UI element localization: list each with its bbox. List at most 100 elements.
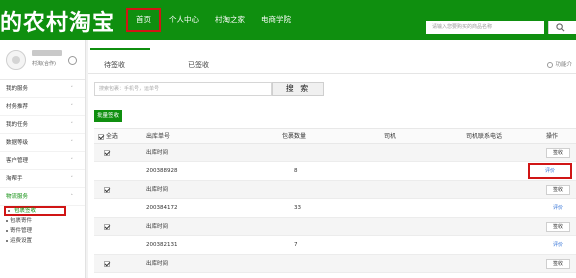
order-number: 200384172 <box>146 205 178 211</box>
profile-settings-icon[interactable] <box>68 56 77 65</box>
shipment-time-label: 出库时间 <box>146 224 169 230</box>
chevron-down-icon: ˅ <box>70 104 74 110</box>
bullet-icon <box>6 220 8 222</box>
package-table: 全选 出库单号 包裹数量 司机 司机联系电话 操作 出库时间 签收 200388… <box>94 128 576 273</box>
table-header: 全选 出库单号 包裹数量 司机 司机联系电话 操作 <box>94 128 576 144</box>
order-number: 200382131 <box>146 242 178 248</box>
sidebar-item-my-tasks[interactable]: 我的任务 ˅ <box>0 116 85 134</box>
select-all-checkbox[interactable] <box>98 133 104 140</box>
submenu-freight-settings[interactable]: 运费设置 <box>0 236 85 246</box>
search-button[interactable]: 搜 索 <box>272 82 324 96</box>
header-search-button[interactable] <box>548 21 576 34</box>
sign-button[interactable]: 签收 <box>546 259 570 269</box>
chevron-down-icon: ˅ <box>70 176 74 182</box>
submenu-package-signin[interactable]: 包裹签收 <box>4 206 66 216</box>
column-header: 全选 <box>105 133 118 140</box>
select-all[interactable]: 全选 <box>98 129 118 145</box>
user-role: 村淘(合作) <box>32 61 56 67</box>
submenu-label: 寄件管理 <box>10 228 33 234</box>
bullet-icon <box>6 240 8 242</box>
feature-intro-link[interactable]: 功能介 <box>547 60 572 68</box>
tab-signed[interactable]: 已签收 <box>188 60 209 70</box>
bullet-icon <box>8 210 10 212</box>
sidebar-item-label: 村务推荐 <box>6 104 29 110</box>
user-profile: 村淘(合作) <box>0 40 85 80</box>
active-tab-indicator <box>90 48 150 50</box>
sidebar-item-label: 客户管理 <box>6 158 29 164</box>
evaluate-link[interactable]: 评价 <box>546 240 570 250</box>
sidebar-item-label: 我的任务 <box>6 122 29 128</box>
nav-home[interactable]: 首页 <box>126 8 161 32</box>
sidebar-item-recommend[interactable]: 村务推荐 ˅ <box>0 98 85 116</box>
header-search-input[interactable]: 请输入您要购买的商品名称 <box>426 21 544 34</box>
feature-intro-label: 功能介 <box>555 62 572 68</box>
avatar[interactable] <box>6 50 26 70</box>
sidebar-item-data-level[interactable]: 数据等级 ˅ <box>0 134 85 152</box>
help-icon <box>547 61 554 68</box>
bullet-icon <box>6 230 8 232</box>
sign-button[interactable]: 签收 <box>546 148 570 158</box>
sidebar-menu: 我的服务 ˅ 村务推荐 ˅ 我的任务 ˅ 数据等级 ˅ 客户管理 ˅ 淘帮手 ˅ 物流服务 ˄ <box>0 80 85 206</box>
package-count: 7 <box>294 242 298 248</box>
sign-button[interactable]: 签收 <box>546 222 570 232</box>
sidebar: 村淘(合作) 我的服务 ˅ 村务推荐 ˅ 我的任务 ˅ 数据等级 ˅ 客户管理 ˅ 淘帮手… <box>0 40 86 278</box>
sidebar-item-label: 物流服务 <box>6 194 29 200</box>
sidebar-item-label: 数据等级 <box>6 140 29 146</box>
column-header: 司机联系电话 <box>466 133 503 140</box>
sidebar-item-label: 淘帮手 <box>6 176 23 182</box>
main-nav: 首页 个人中心 村淘之家 电商学院 <box>126 0 299 40</box>
submenu-package-send[interactable]: 包裹寄件 <box>0 216 85 226</box>
evaluate-link[interactable]: 评价 <box>546 203 570 213</box>
shipment-group-header: 出库时间 签收 <box>94 181 576 199</box>
package-count: 8 <box>294 168 298 174</box>
top-header: 的农村淘宝 首页 个人中心 村淘之家 电商学院 请输入您要购买的商品名称 <box>0 0 576 40</box>
sidebar-item-customers[interactable]: 客户管理 ˅ <box>0 152 85 170</box>
evaluate-link[interactable]: 评价 <box>528 163 572 179</box>
row-checkbox[interactable] <box>104 261 110 267</box>
search-icon <box>556 23 565 32</box>
table-row: 200384172 33 评价 <box>94 199 576 218</box>
package-count: 33 <box>294 205 301 211</box>
sidebar-item-helper[interactable]: 淘帮手 ˅ <box>0 170 85 188</box>
submenu-label: 包裹寄件 <box>10 218 33 224</box>
column-header: 司机 <box>384 133 397 140</box>
shipment-group-header: 出库时间 签收 <box>94 218 576 236</box>
nav-village-home[interactable]: 村淘之家 <box>207 8 253 32</box>
nav-ecommerce-school[interactable]: 电商学院 <box>253 8 299 32</box>
table-row: 200388928 8 评价 <box>94 162 576 181</box>
shipment-time-label: 出库时间 <box>146 261 169 267</box>
sidebar-item-my-service[interactable]: 我的服务 ˅ <box>0 80 85 98</box>
submenu-label: 运费设置 <box>10 238 33 244</box>
logistics-submenu: 包裹签收 包裹寄件 寄件管理 运费设置 <box>0 206 85 246</box>
submenu-send-manage[interactable]: 寄件管理 <box>0 226 85 236</box>
tab-pending[interactable]: 待签收 <box>104 60 125 70</box>
order-number: 200388928 <box>146 168 178 174</box>
shipment-group-header: 出库时间 签收 <box>94 255 576 273</box>
chevron-down-icon: ˅ <box>70 86 74 92</box>
tab-bar: 待签收 已签收 功能介 <box>88 40 576 74</box>
chevron-up-icon: ˄ <box>70 194 74 200</box>
shipment-group-header: 出库时间 签收 <box>94 144 576 162</box>
shipment-time-label: 出库时间 <box>146 187 169 193</box>
user-name-redacted <box>32 50 62 56</box>
table-row: 200382131 7 评价 <box>94 236 576 255</box>
submenu-label: 包裹签收 <box>14 208 37 214</box>
chevron-down-icon: ˅ <box>70 122 74 128</box>
column-header: 出库单号 <box>146 133 171 140</box>
sign-button[interactable]: 签收 <box>546 185 570 195</box>
batch-sign-button[interactable]: 批量签收 <box>94 110 122 122</box>
package-search-input[interactable]: 搜索包裹：手机号，运单号 <box>94 82 272 96</box>
sidebar-item-label: 我的服务 <box>6 86 29 92</box>
column-header: 包裹数量 <box>282 133 307 140</box>
column-header: 操作 <box>546 133 559 140</box>
site-brand[interactable]: 的农村淘宝 <box>0 5 115 37</box>
row-checkbox[interactable] <box>104 187 110 193</box>
chevron-down-icon: ˅ <box>70 158 74 164</box>
nav-personal-center[interactable]: 个人中心 <box>161 8 207 32</box>
sidebar-item-logistics[interactable]: 物流服务 ˄ <box>0 188 85 206</box>
chevron-down-icon: ˅ <box>70 140 74 146</box>
row-checkbox[interactable] <box>104 224 110 230</box>
main-content: 待签收 已签收 功能介 搜索包裹：手机号，运单号 搜 索 批量签收 全选 出库单… <box>88 40 576 278</box>
row-checkbox[interactable] <box>104 150 110 156</box>
shipment-time-label: 出库时间 <box>146 150 169 156</box>
